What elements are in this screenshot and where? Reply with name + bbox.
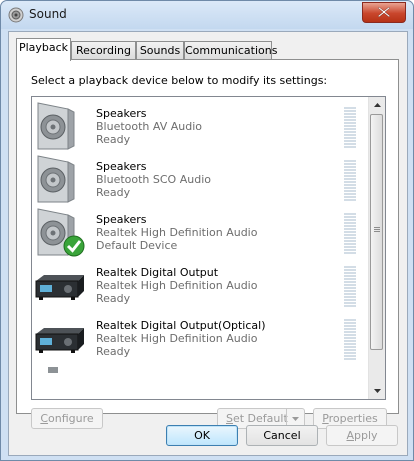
scroll-down-button[interactable]: [369, 383, 385, 399]
sound-dialog: Sound Playback Recording Sounds Communic…: [0, 0, 414, 461]
vertical-scrollbar[interactable]: [368, 97, 385, 399]
cancel-button[interactable]: Cancel: [246, 425, 318, 446]
set-default-label-accel: S: [226, 412, 233, 425]
device-name: Speakers: [96, 213, 147, 226]
device-row[interactable]: Speakers Bluetooth AV Audio Ready: [32, 100, 368, 153]
receiver-icon: [35, 275, 84, 300]
configure-label-accel: C: [40, 412, 49, 425]
receiver-icon: [35, 328, 84, 353]
configure-label-post: onfigure: [48, 412, 94, 425]
apply-button[interactable]: Apply: [326, 425, 398, 446]
device-status: Ready: [96, 133, 131, 146]
window-title: Sound: [29, 7, 67, 21]
default-check-icon: [63, 235, 85, 257]
instruction-text: Select a playback device below to modify…: [31, 74, 328, 87]
tab-recording[interactable]: Recording: [71, 41, 136, 59]
device-list[interactable]: Speakers Bluetooth AV Audio Ready Speake…: [31, 96, 386, 400]
sound-app-icon: [8, 7, 24, 23]
device-row-partial[interactable]: [32, 365, 368, 399]
level-meter: [344, 160, 356, 202]
scroll-up-arrow-icon: [373, 103, 381, 107]
configure-button[interactable]: Configure: [31, 408, 103, 429]
device-description: Realtek High Definition Audio: [96, 226, 258, 239]
apply-label-accel: A: [346, 429, 354, 442]
level-meter: [344, 319, 356, 361]
device-row[interactable]: Speakers Bluetooth SCO Audio Ready: [32, 153, 368, 206]
level-meter: [344, 107, 356, 149]
tab-sounds[interactable]: Sounds: [136, 41, 184, 59]
device-description: Bluetooth SCO Audio: [96, 173, 211, 186]
tab-communications[interactable]: Communications: [184, 41, 277, 59]
device-description: Bluetooth AV Audio: [96, 120, 203, 133]
device-status: Ready: [96, 292, 131, 305]
device-name: Speakers: [96, 160, 147, 173]
device-row[interactable]: Realtek Digital Output(Optical) Realtek …: [32, 312, 368, 365]
level-meter: [344, 266, 356, 308]
set-default-label-post: et Default: [232, 412, 288, 425]
device-icon: [48, 367, 58, 373]
device-row[interactable]: Speakers Realtek High Definition Audio D…: [32, 206, 368, 259]
apply-label-post: pply: [354, 429, 378, 442]
device-description: Realtek High Definition Audio: [96, 279, 258, 292]
grip-icon: [374, 227, 380, 233]
device-description: Realtek High Definition Audio: [96, 332, 258, 345]
chevron-down-icon: [292, 416, 299, 421]
ok-button[interactable]: OK: [166, 425, 238, 446]
device-name: Speakers: [96, 107, 147, 120]
scroll-thumb[interactable]: [370, 114, 383, 350]
scroll-down-arrow-icon: [373, 389, 381, 393]
close-icon: [378, 7, 390, 17]
level-meter: [344, 213, 356, 255]
playback-panel: Select a playback device below to modify…: [16, 59, 399, 429]
close-button[interactable]: [362, 2, 406, 23]
properties-label-post: roperties: [328, 412, 378, 425]
title-bar[interactable]: Sound: [1, 1, 413, 29]
device-status: Default Device: [96, 239, 178, 252]
device-name: Realtek Digital Output: [96, 266, 219, 279]
tab-playback[interactable]: Playback: [16, 38, 71, 61]
device-row[interactable]: Realtek Digital Output Realtek High Defi…: [32, 259, 368, 312]
speaker-icon: [37, 208, 85, 257]
speaker-icon: [37, 102, 75, 150]
device-status: Ready: [96, 345, 131, 358]
device-name: Realtek Digital Output(Optical): [96, 319, 266, 332]
dialog-body: Playback Recording Sounds Communications…: [8, 31, 408, 456]
speaker-icon: [37, 155, 75, 203]
scroll-up-button[interactable]: [369, 97, 385, 113]
device-status: Ready: [96, 186, 131, 199]
